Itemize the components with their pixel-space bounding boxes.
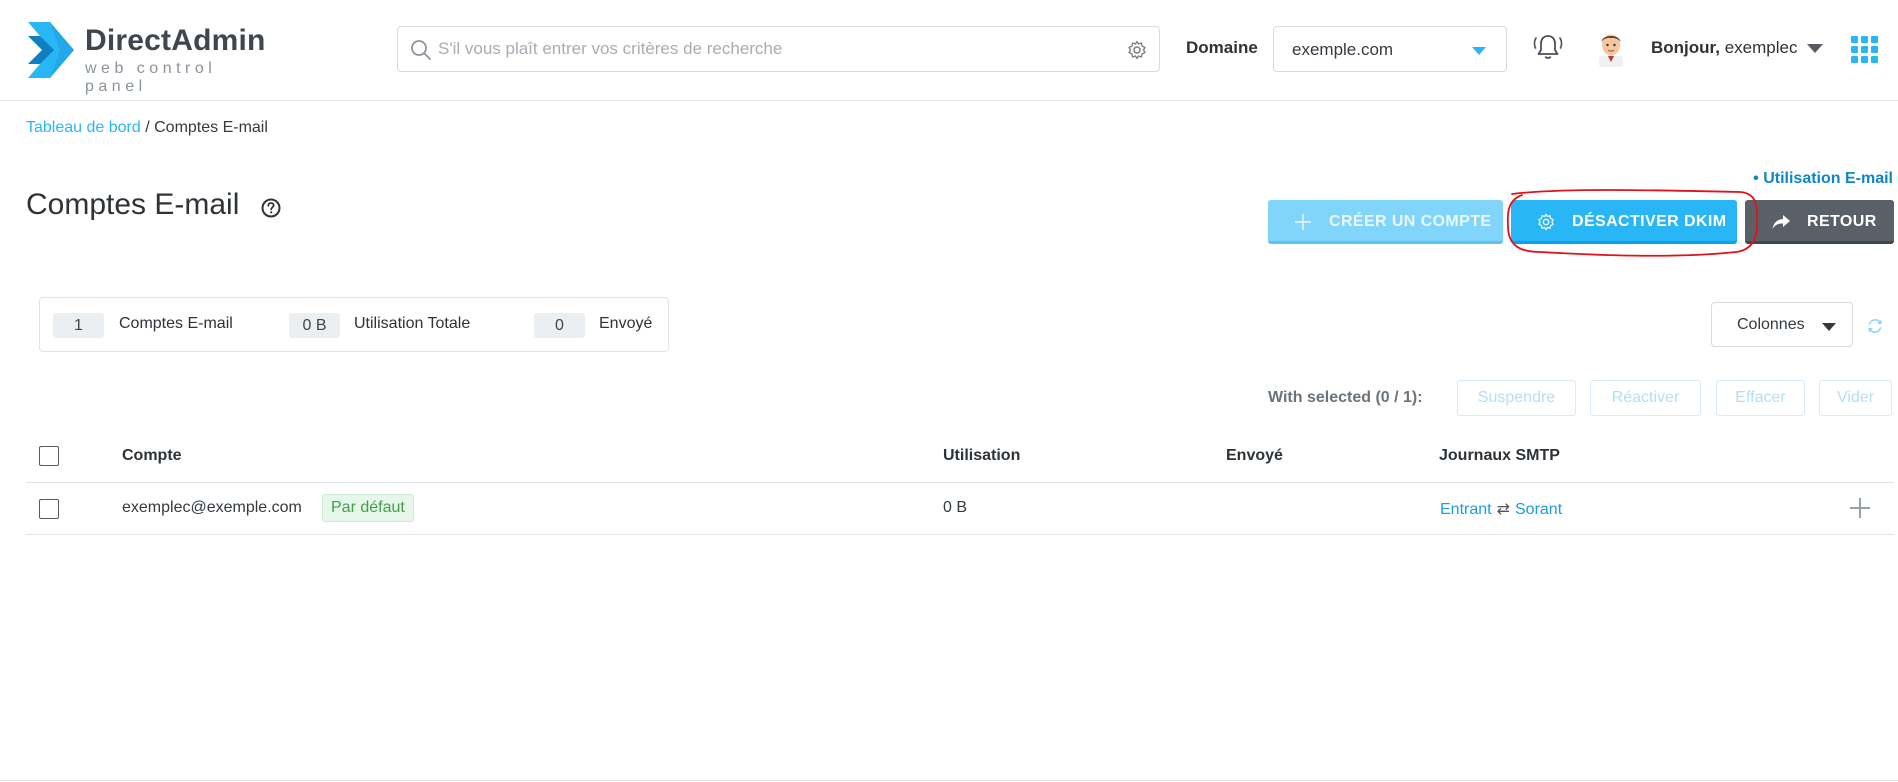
breadcrumb-current: Comptes E-mail — [154, 119, 268, 136]
sent-label: Envoyé — [599, 315, 653, 332]
email-usage-link[interactable]: • Utilisation E-mail — [1753, 170, 1893, 188]
red-highlight-annotation — [1506, 189, 1759, 257]
header-divider — [26, 482, 1894, 483]
refresh-icon[interactable] — [1866, 317, 1884, 335]
columns-dropdown[interactable]: Colonnes — [1711, 302, 1853, 347]
account-usage: 0 B — [943, 499, 968, 516]
create-account-button[interactable]: CRÉER UN COMPTE — [1268, 200, 1503, 244]
accounts-count: 1 — [53, 313, 104, 338]
greeting-prefix: Bonjour, — [1651, 38, 1720, 57]
domain-select-value: exemple.com — [1292, 40, 1394, 59]
domain-label: Domaine — [1186, 38, 1258, 57]
accounts-label: Comptes E-mail — [119, 315, 233, 332]
share-arrow-icon — [1772, 215, 1790, 229]
account-email[interactable]: exemplec@exemple.com — [122, 499, 302, 517]
logo-mark-icon — [28, 22, 74, 78]
column-header-sent[interactable]: Envoyé — [1226, 447, 1283, 465]
sent-value: 0 — [534, 313, 585, 338]
breadcrumb-separator: / — [140, 119, 155, 136]
row-divider — [26, 534, 1894, 535]
total-usage-value: 0 B — [289, 313, 340, 338]
bell-icon[interactable] — [1531, 30, 1565, 64]
page-title: Comptes E-mail — [26, 188, 240, 221]
domain-select[interactable]: exemple.com — [1273, 26, 1507, 72]
smtp-outgoing-link[interactable]: Sorant — [1515, 501, 1562, 518]
suspend-button[interactable]: Suspendre — [1457, 380, 1576, 416]
back-button[interactable]: RETOUR — [1745, 200, 1894, 244]
logo-subtitle: web control panel — [85, 60, 217, 95]
column-header-smtp-logs: Journaux SMTP — [1439, 447, 1560, 464]
row-checkbox[interactable] — [39, 499, 59, 519]
footer-divider — [0, 780, 1898, 781]
user-menu-caret-icon[interactable] — [1807, 44, 1823, 53]
search-input[interactable] — [438, 27, 1108, 71]
gear-icon[interactable] — [1127, 40, 1147, 60]
caret-down-icon — [1822, 323, 1836, 331]
top-header: DirectAdmin web control panel Domaine ex… — [0, 0, 1898, 101]
greeting-username: exemplec — [1724, 38, 1798, 57]
select-all-checkbox[interactable] — [39, 446, 59, 466]
columns-label: Colonnes — [1737, 316, 1805, 333]
search-box[interactable] — [397, 26, 1160, 72]
create-account-label: CRÉER UN COMPTE — [1329, 213, 1492, 230]
smtp-logs-links: Entrant ⇄ Sorant — [1440, 499, 1562, 519]
breadcrumb-home-link[interactable]: Tableau de bord — [26, 119, 141, 136]
reactivate-button[interactable]: Réactiver — [1590, 380, 1701, 416]
total-usage-label: Utilisation Totale — [354, 315, 471, 332]
avatar-icon[interactable] — [1593, 29, 1629, 67]
plus-icon — [1295, 214, 1311, 230]
column-header-account[interactable]: Compte — [122, 447, 182, 465]
user-greeting[interactable]: Bonjour, exemplec — [1651, 38, 1797, 58]
help-circle-icon[interactable] — [260, 197, 282, 219]
delete-button[interactable]: Effacer — [1716, 380, 1805, 416]
apps-grid-icon[interactable] — [1851, 36, 1879, 64]
logo-title: DirectAdmin — [85, 24, 266, 57]
smtp-exchange-icon: ⇄ — [1496, 501, 1510, 518]
column-header-usage[interactable]: Utilisation — [943, 447, 1020, 465]
breadcrumb: Tableau de bord / Comptes E-mail — [26, 119, 268, 137]
search-icon — [411, 40, 431, 60]
back-label: RETOUR — [1807, 213, 1877, 230]
directadmin-logo[interactable]: DirectAdmin web control panel — [24, 20, 284, 95]
caret-down-icon — [1472, 47, 1486, 55]
default-badge: Par défaut — [322, 494, 414, 522]
summary-box: 1 Comptes E-mail 0 B Utilisation Totale … — [39, 297, 669, 352]
empty-button[interactable]: Vider — [1819, 380, 1892, 416]
with-selected-label: With selected (0 / 1): — [1268, 389, 1423, 406]
smtp-incoming-link[interactable]: Entrant — [1440, 501, 1492, 518]
plus-icon[interactable] — [1848, 496, 1872, 520]
